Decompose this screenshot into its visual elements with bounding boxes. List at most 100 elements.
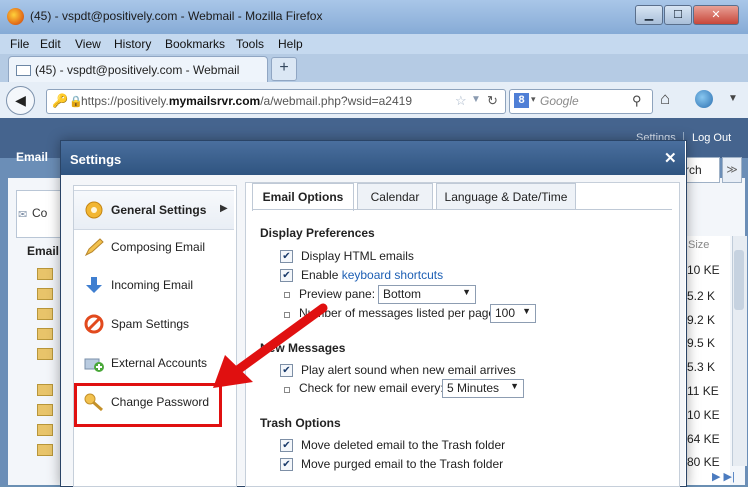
no-entry-icon <box>84 314 104 334</box>
search-placeholder: Google <box>540 94 579 108</box>
window-title: (45) - vspdt@positively.com - Webmail - … <box>30 9 323 23</box>
chevron-right-icon: ▶ <box>220 203 228 214</box>
size-cell: 5.2 K <box>687 289 716 303</box>
folder-icon[interactable] <box>37 348 53 360</box>
keyboard-shortcuts-checkbox[interactable]: ✔ <box>280 269 293 282</box>
sidebar-item-label: External Accounts <box>111 356 208 370</box>
url-bar[interactable]: 🔑 🔒 https://positively.mymailsrvr.com/a/… <box>46 89 506 114</box>
menu-bar: File Edit View History Bookmarks Tools H… <box>0 34 748 54</box>
bookmark-star-icon[interactable]: ☆ <box>455 93 467 109</box>
addon-icon[interactable] <box>695 90 713 108</box>
tab-calendar[interactable]: Calendar <box>357 183 433 210</box>
display-preferences-heading: Display Preferences <box>260 226 375 240</box>
compose-label: Co <box>32 206 48 220</box>
tab-divider <box>252 209 672 210</box>
sidebar-item-label: Composing Email <box>111 240 206 254</box>
close-window-button[interactable]: ✕ <box>693 5 739 25</box>
search-engine-dropdown-icon[interactable]: ▾ <box>531 94 536 105</box>
check-every-select[interactable]: 5 Minutes ▼ <box>442 379 524 398</box>
magnifier-icon[interactable]: ⚲ <box>632 93 642 109</box>
sidebar-item-general-settings[interactable]: General Settings ▶ <box>74 190 234 230</box>
new-tab-button[interactable]: + <box>271 57 297 81</box>
folder-icon[interactable] <box>37 268 53 280</box>
red-pointer-arrow <box>213 303 328 388</box>
reload-icon[interactable]: ↻ <box>487 93 498 109</box>
size-cell: 10 KE <box>687 263 720 277</box>
size-cell: 11 KE <box>687 384 719 398</box>
sidebar-item-incoming-email[interactable]: Incoming Email <box>74 266 234 304</box>
preview-pane-label: Preview pane: <box>299 287 376 301</box>
folder-icon[interactable] <box>37 384 53 396</box>
size-cell: 9.5 K <box>687 336 716 350</box>
preview-pane-select[interactable]: Bottom ▼ <box>378 285 476 304</box>
back-button[interactable]: ◀ <box>6 86 35 115</box>
display-html-emails-checkbox[interactable]: ✔ <box>280 250 293 263</box>
back-arrow-icon: ◀ <box>15 92 26 108</box>
download-arrow-icon <box>84 275 104 295</box>
sidebar-item-label: General Settings <box>111 203 207 217</box>
move-deleted-label: Move deleted email to the Trash folder <box>301 438 506 452</box>
menu-edit[interactable]: Edit <box>40 37 61 51</box>
keyboard-shortcuts-link[interactable]: keyboard shortcuts <box>342 268 443 282</box>
sidebar-item-label: Spam Settings <box>111 317 190 331</box>
tab-webmail[interactable]: (45) - vspdt@positively.com - Webmail <box>8 56 268 83</box>
move-deleted-checkbox[interactable]: ✔ <box>280 439 293 452</box>
home-icon[interactable]: ⌂ <box>660 89 670 109</box>
logout-link[interactable]: Log Out <box>692 132 731 144</box>
bullet <box>284 292 290 298</box>
trash-options-heading: Trash Options <box>260 416 341 430</box>
keyboard-shortcuts-label: Enable keyboard shortcuts <box>301 268 444 282</box>
email-folder-header: Email <box>27 244 60 258</box>
menu-bookmarks[interactable]: Bookmarks <box>165 37 225 51</box>
folder-icon[interactable] <box>37 444 53 456</box>
sidebar-item-label: Incoming Email <box>111 278 194 292</box>
folder-icon[interactable] <box>37 404 53 416</box>
pager-buttons[interactable]: ▶ ▶| <box>712 470 735 483</box>
toolbar-dropdown-icon[interactable]: ▼ <box>728 93 738 104</box>
size-column-header[interactable]: Size <box>688 239 709 251</box>
tab-language-date-time[interactable]: Language & Date/Time <box>436 183 576 210</box>
settings-dialog-header <box>61 141 685 175</box>
menu-view[interactable]: View <box>75 37 101 51</box>
menu-history[interactable]: History <box>114 37 151 51</box>
chevron-down-icon: ▼ <box>462 287 471 297</box>
compose-envelope-icon: ✉ <box>18 209 28 221</box>
search-engine-icon[interactable]: 8 <box>514 93 529 108</box>
scrollbar-thumb[interactable] <box>734 250 744 310</box>
pencil-icon <box>84 237 104 257</box>
search-options-chevron-icon[interactable]: ≫ <box>722 157 742 183</box>
url-text: https://positively.mymailsrvr.com/a/webm… <box>81 94 412 108</box>
chevron-down-icon: ▼ <box>510 381 519 391</box>
folder-icon[interactable] <box>37 424 53 436</box>
dialog-close-button[interactable]: ✕ <box>664 149 677 167</box>
size-cell: 5.3 K <box>687 360 716 374</box>
tab-label: (45) - vspdt@positively.com - Webmail <box>35 63 240 77</box>
search-bar[interactable]: 8 ▾ Google ⚲ <box>509 89 653 114</box>
envelope-icon <box>16 65 31 76</box>
sidebar-item-composing-email[interactable]: Composing Email <box>74 228 234 266</box>
window-title-bar: (45) - vspdt@positively.com - Webmail - … <box>0 0 748 34</box>
menu-file[interactable]: File <box>10 37 29 51</box>
menu-help[interactable]: Help <box>278 37 303 51</box>
maximize-button[interactable]: ☐ <box>664 5 692 25</box>
folder-icon[interactable] <box>37 288 53 300</box>
tab-email-options[interactable]: Email Options <box>252 183 354 211</box>
move-purged-checkbox[interactable]: ✔ <box>280 458 293 471</box>
settings-dialog-title: Settings <box>70 152 122 167</box>
firefox-logo-icon <box>7 8 24 25</box>
size-cell: 9.2 K <box>687 313 716 327</box>
size-cell: 80 KE <box>687 455 720 469</box>
messages-per-page-select[interactable]: 100 ▼ <box>490 304 536 323</box>
chevron-down-icon: ▼ <box>522 306 531 316</box>
minimize-button[interactable]: ▁ <box>635 5 663 25</box>
size-cell: 10 KE <box>687 408 720 422</box>
folder-icon[interactable] <box>37 308 53 320</box>
menu-tools[interactable]: Tools <box>236 37 264 51</box>
add-account-icon <box>84 353 104 373</box>
size-cell: 64 KE <box>687 432 720 446</box>
email-tab[interactable]: Email <box>16 150 48 164</box>
folder-icon[interactable] <box>37 328 53 340</box>
gear-icon <box>84 200 104 220</box>
identity-icon: 🔑 <box>52 93 69 108</box>
url-dropdown-icon[interactable]: ▼ <box>471 94 481 105</box>
